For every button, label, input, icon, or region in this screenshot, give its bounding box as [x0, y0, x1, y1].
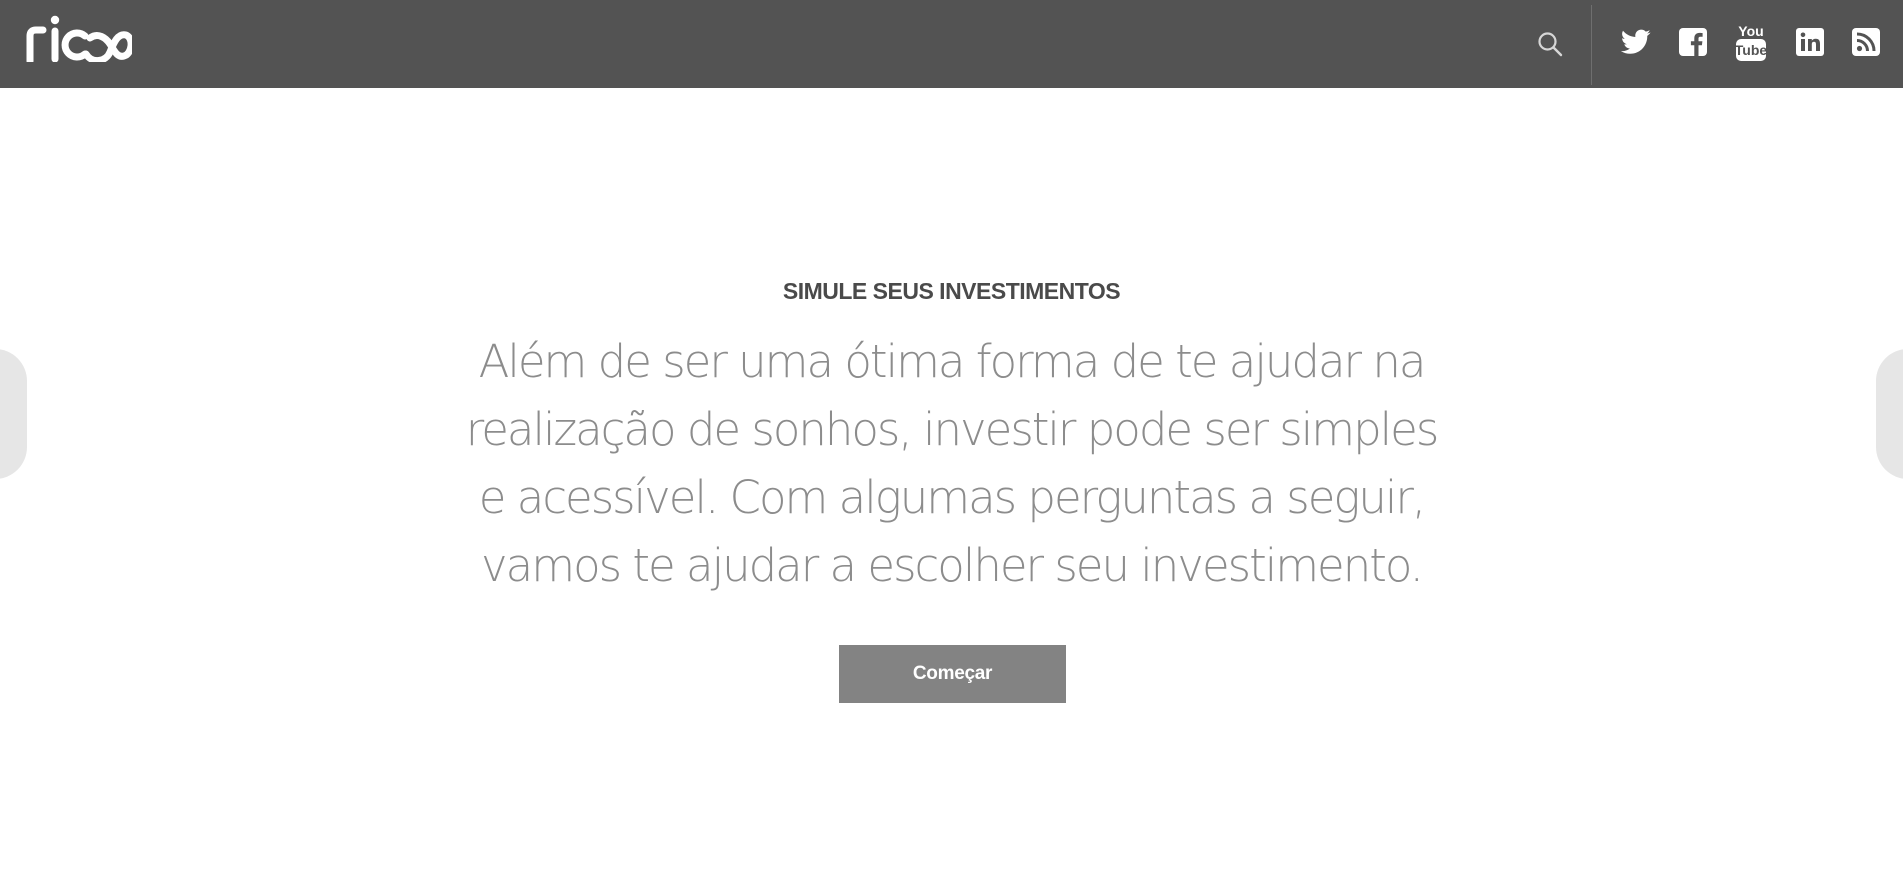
search-icon — [1538, 32, 1563, 57]
hero-lead-text: Além de ser uma ótima forma de te ajudar… — [451, 328, 1452, 600]
rico-logo[interactable] — [26, 14, 132, 62]
hero-line: e acessível. Com algumas perguntas a seg… — [478, 471, 1426, 524]
start-button[interactable]: Começar — [839, 645, 1066, 703]
twitter-icon — [1621, 29, 1651, 54]
youtube-link[interactable]: You Tube — [1734, 22, 1768, 62]
rss-icon — [1852, 28, 1880, 56]
facebook-link[interactable] — [1676, 22, 1710, 62]
top-header: You Tube — [0, 0, 1903, 88]
header-divider — [1591, 5, 1592, 85]
facebook-icon — [1679, 28, 1707, 56]
hero-line: vamos te ajudar a escolher seu investime… — [481, 539, 1424, 592]
section-eyebrow: SIMULE SEUS INVESTIMENTOS — [782, 278, 1121, 304]
rico-logo-mark — [26, 15, 132, 62]
hero-line: Além de ser uma ótima forma de te ajudar… — [478, 335, 1427, 388]
carousel-next-button[interactable] — [1876, 349, 1903, 479]
linkedin-link[interactable] — [1793, 22, 1827, 62]
rss-link[interactable] — [1849, 22, 1883, 62]
svg-text:You: You — [1738, 23, 1763, 39]
youtube-icon: You Tube — [1735, 23, 1767, 61]
linkedin-icon — [1796, 28, 1824, 56]
carousel-prev-button[interactable] — [0, 349, 27, 479]
svg-text:Tube: Tube — [1735, 42, 1767, 58]
search-button[interactable] — [1536, 30, 1564, 58]
twitter-link[interactable] — [1619, 22, 1653, 62]
hero-line: realização de sonhos, investir pode ser … — [465, 403, 1440, 456]
main-content: SIMULE SEUS INVESTIMENTOS Além de ser um… — [0, 88, 1903, 887]
